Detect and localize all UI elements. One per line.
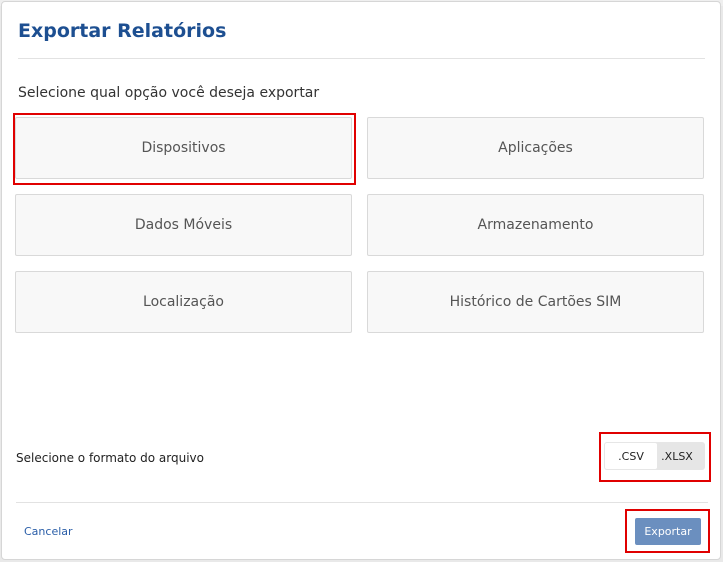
cancel-link[interactable]: Cancelar <box>24 525 73 538</box>
option-armazenamento[interactable]: Armazenamento <box>367 194 704 256</box>
footer-divider <box>16 502 708 503</box>
option-dispositivos[interactable]: Dispositivos <box>15 117 352 179</box>
option-label: Dispositivos <box>141 140 226 156</box>
dialog-title: Exportar Relatórios <box>18 20 227 42</box>
header-divider <box>18 58 705 59</box>
option-label: Armazenamento <box>477 217 594 233</box>
option-localizacao[interactable]: Localização <box>15 271 352 333</box>
option-label: Histórico de Cartões SIM <box>449 294 622 310</box>
format-csv-button[interactable]: .CSV <box>605 443 657 469</box>
option-label: Aplicações <box>498 140 573 156</box>
format-xlsx-button[interactable]: .XLSX <box>657 442 697 470</box>
format-toggle-group: .CSV .XLSX <box>604 442 705 470</box>
option-historico-cartoes-sim[interactable]: Histórico de Cartões SIM <box>367 271 704 333</box>
export-button[interactable]: Exportar <box>635 518 701 545</box>
option-label: Dados Móveis <box>134 217 233 233</box>
option-dados-moveis[interactable]: Dados Móveis <box>15 194 352 256</box>
format-label: Selecione o formato do arquivo <box>16 451 204 465</box>
dialog-subtitle: Selecione qual opção você deseja exporta… <box>18 85 320 101</box>
option-aplicacoes[interactable]: Aplicações <box>367 117 704 179</box>
option-label: Localização <box>143 294 224 310</box>
